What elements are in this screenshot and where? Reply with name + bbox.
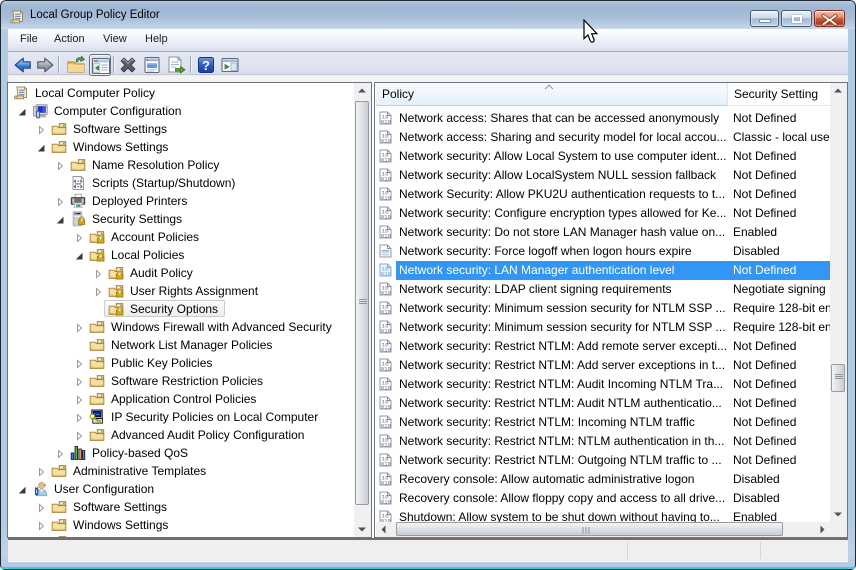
svg-text:?: ? [202,58,210,73]
svg-text:010: 010 [381,270,392,277]
svg-text:010: 010 [381,384,392,391]
svg-text:010: 010 [381,346,392,353]
svg-text:010: 010 [381,460,392,467]
svg-text:010: 010 [381,327,392,334]
svg-text:010: 010 [381,441,392,448]
svg-text:010: 010 [381,175,392,182]
svg-text:010: 010 [381,156,392,163]
svg-text:010: 010 [381,403,392,410]
svg-text:010: 010 [381,308,392,315]
svg-text:010: 010 [381,422,392,429]
svg-text:010: 010 [381,194,392,201]
svg-text:010: 010 [381,289,392,296]
svg-text:010: 010 [381,137,392,144]
svg-text:010: 010 [381,479,392,486]
svg-text:010: 010 [381,118,392,125]
svg-text:010: 010 [381,232,392,239]
svg-text:010: 010 [381,498,392,505]
svg-text:010: 010 [381,365,392,372]
svg-text:010: 010 [381,213,392,220]
